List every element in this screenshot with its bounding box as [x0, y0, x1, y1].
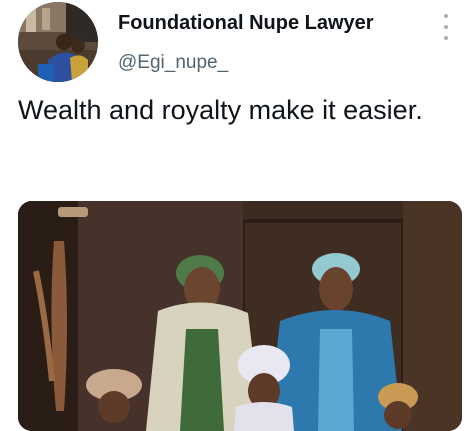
author-display-name[interactable]: Foundational Nupe Lawyer — [118, 12, 374, 35]
tweet-text: Wealth and royalty make it easier. — [18, 95, 423, 125]
author-handle[interactable]: @Egi_nupe_ — [118, 52, 228, 74]
more-vertical-icon[interactable] — [440, 14, 452, 40]
avatar-photo — [18, 2, 98, 82]
tweet-image[interactable] — [18, 201, 462, 431]
author-avatar[interactable] — [18, 2, 98, 82]
family-portrait-photo — [18, 201, 462, 431]
